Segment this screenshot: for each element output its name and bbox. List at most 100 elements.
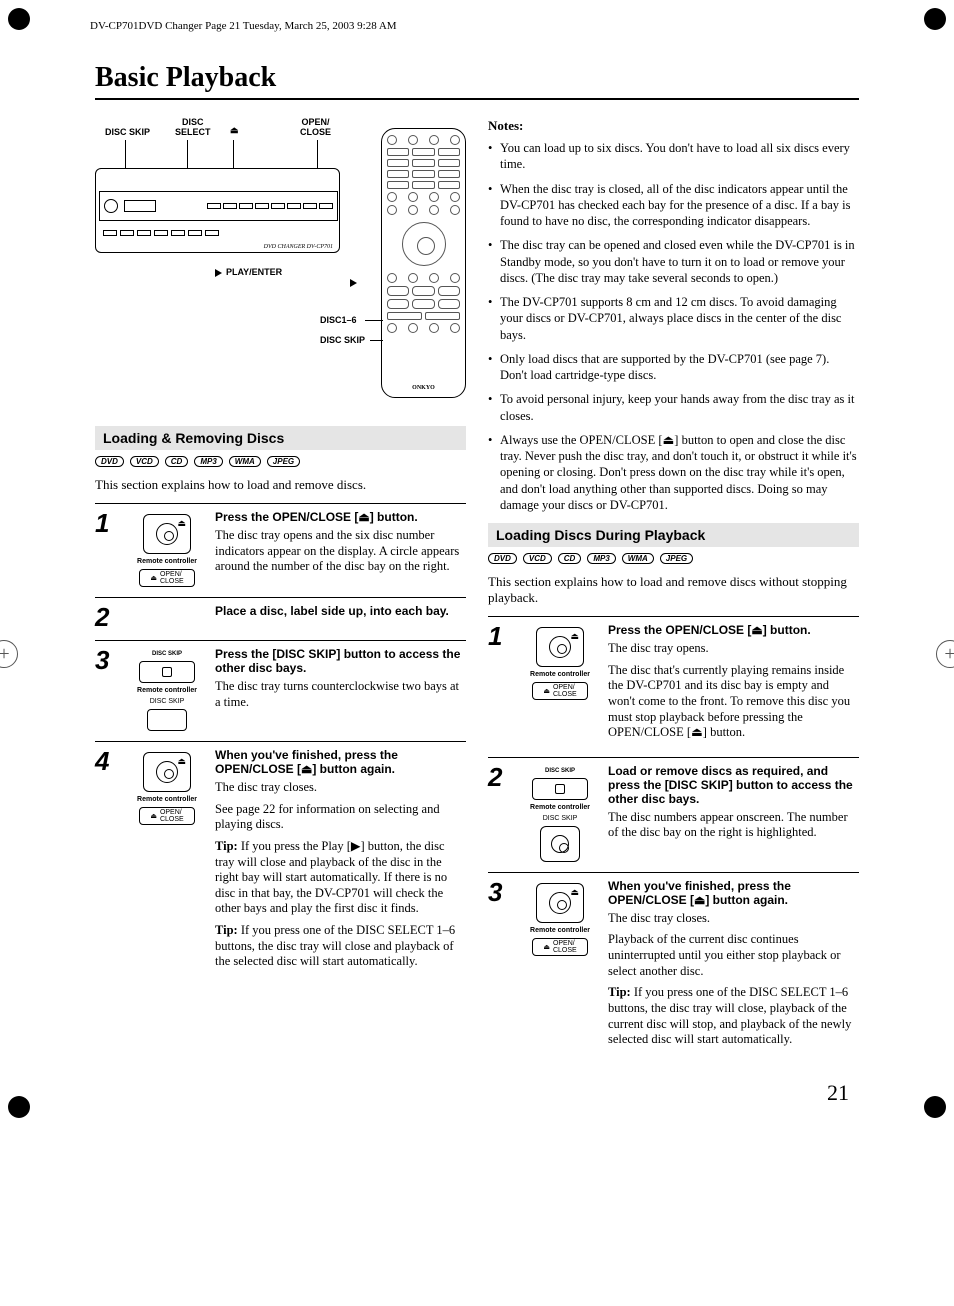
steps-a: 1 ⏏ Remote controller ⏏OPEN/ CLOSE Press…: [95, 503, 466, 986]
format-badge: MP3: [194, 456, 222, 467]
step-illustration: DISC SKIP Remote controller DISC SKIP: [127, 647, 207, 731]
ill-caption: Remote controller: [530, 804, 590, 811]
step-tip: Tip: If you press one of the DISC SELECT…: [215, 923, 466, 970]
label-disc-skip: DISC SKIP: [105, 128, 150, 138]
format-badge: DVD: [488, 553, 517, 564]
step-title: When you've finished, press the OPEN/CLO…: [608, 879, 859, 907]
play-icon: [350, 278, 361, 288]
step-illustration: DISC SKIP Remote controller DISC SKIP: [520, 764, 600, 862]
eject-icon: ⏏: [570, 631, 579, 642]
step-text: Playback of the current disc continues u…: [608, 932, 859, 979]
step-number: 2: [95, 604, 119, 630]
step-b3: 3 ⏏ Remote controller ⏏OPEN/ CLOSE When …: [488, 872, 859, 1064]
step-2: 2 Place a disc, label side up, into each…: [95, 597, 466, 640]
model-label: DVD CHANGER DV-CP701: [264, 244, 333, 250]
step-illustration: ⏏ Remote controller ⏏OPEN/ CLOSE: [127, 510, 207, 587]
step-b2: 2 DISC SKIP Remote controller DISC SKIP …: [488, 757, 859, 872]
button-thumb: [147, 709, 187, 731]
section-intro: This section explains how to load and re…: [95, 477, 466, 493]
label-disc16: DISC1–6: [320, 316, 357, 326]
file-header: DV-CP701DVD Changer Page 21 Tuesday, Mar…: [90, 20, 914, 32]
step-b1: 1 ⏏ Remote controller ⏏OPEN/ CLOSE Press…: [488, 616, 859, 757]
eject-icon: ⏏: [177, 756, 186, 767]
register-mark: [936, 640, 954, 668]
eject-icon: ⏏: [543, 943, 550, 951]
note-item: The DV-CP701 supports 8 cm and 12 cm dis…: [488, 294, 859, 343]
step-text: The disc that's currently playing remain…: [608, 663, 859, 741]
step-1: 1 ⏏ Remote controller ⏏OPEN/ CLOSE Press…: [95, 503, 466, 597]
register-dot: [8, 8, 30, 30]
eject-icon: ⏏: [570, 887, 579, 898]
register-dot: [924, 8, 946, 30]
note-item: The disc tray can be opened and closed e…: [488, 237, 859, 286]
eject-icon: ⏏: [177, 518, 186, 529]
ill-caption: Remote controller: [137, 687, 197, 694]
ill-caption: Remote controller: [137, 558, 197, 565]
step-illustration: ⏏ Remote controller ⏏OPEN/ CLOSE: [127, 748, 207, 976]
label-play-enter: PLAY/ENTER: [215, 268, 282, 278]
register-mark: [0, 640, 18, 668]
step-text: The disc tray closes.: [215, 780, 466, 796]
play-icon: [215, 269, 222, 277]
note-item: Only load discs that are supported by th…: [488, 351, 859, 384]
format-badge: JPEG: [660, 553, 693, 564]
format-badge: JPEG: [267, 456, 300, 467]
step-text: The disc tray closes.: [608, 911, 859, 927]
device-thumb: ⏏: [536, 627, 584, 667]
format-badge: DVD: [95, 456, 124, 467]
step-title: Load or remove discs as required, and pr…: [608, 764, 859, 806]
eject-icon: ⏏: [543, 687, 550, 695]
eject-icon: ⏏: [150, 574, 157, 582]
format-badge: WMA: [622, 553, 654, 564]
step-number: 2: [488, 764, 512, 862]
device-diagram: DISC SKIP DISC SELECT ⏏ OPEN/ CLOSE: [95, 118, 466, 408]
format-badge: WMA: [229, 456, 261, 467]
button-thumb: ⏏OPEN/ CLOSE: [139, 569, 195, 587]
register-dot: [924, 1096, 946, 1118]
remote-illustration: ONKYO: [381, 128, 466, 398]
format-badge: CD: [558, 553, 582, 564]
step-text: The disc numbers appear onscreen. The nu…: [608, 810, 859, 841]
section-heading: Loading & Removing Discs: [95, 426, 466, 450]
step-text: The disc tray opens and the six disc num…: [215, 528, 466, 575]
btn-top-label: DISC SKIP: [152, 651, 182, 657]
step-number: 1: [95, 510, 119, 587]
left-column: DISC SKIP DISC SELECT ⏏ OPEN/ CLOSE: [95, 118, 466, 1064]
device-thumb: ⏏: [536, 883, 584, 923]
section-heading: Loading Discs During Playback: [488, 523, 859, 547]
button-thumb: [139, 661, 195, 683]
note-item: You can load up to six discs. You don't …: [488, 140, 859, 173]
step-text: The disc tray turns counterclockwise two…: [215, 679, 466, 710]
step-number: 3: [95, 647, 119, 731]
device-thumb: ⏏: [143, 752, 191, 792]
note-item: To avoid personal injury, keep your hand…: [488, 391, 859, 424]
notes-heading: Notes:: [488, 118, 859, 134]
step-tip: Tip: If you press one of the DISC SELECT…: [608, 985, 859, 1048]
format-badge: VCD: [523, 553, 552, 564]
eject-icon: ⏏: [230, 126, 239, 136]
step-title: Press the OPEN/CLOSE [⏏] button.: [608, 623, 859, 637]
step-number: 1: [488, 623, 512, 747]
step-3: 3 DISC SKIP Remote controller DISC SKIP …: [95, 640, 466, 741]
button-thumb: ⏏OPEN/ CLOSE: [532, 938, 588, 956]
notes-list: You can load up to six discs. You don't …: [488, 140, 859, 513]
note-item: Always use the OPEN/CLOSE [⏏] button to …: [488, 432, 859, 513]
btn-top-label: DISC SKIP: [545, 768, 575, 774]
btn-label: DISC SKIP: [543, 815, 578, 822]
label-disc-skip-remote: DISC SKIP: [320, 336, 365, 346]
step-number: 3: [488, 879, 512, 1054]
format-badges: DVD VCD CD MP3 WMA JPEG: [95, 456, 466, 467]
step-number: 4: [95, 748, 119, 976]
page-title: Basic Playback: [95, 62, 859, 100]
ill-caption: Remote controller: [530, 671, 590, 678]
step-text: The disc tray opens.: [608, 641, 859, 657]
btn-label: DISC SKIP: [150, 698, 185, 705]
steps-b: 1 ⏏ Remote controller ⏏OPEN/ CLOSE Press…: [488, 616, 859, 1064]
label-open-close: OPEN/ CLOSE: [300, 118, 331, 138]
step-title: Press the [DISC SKIP] button to access t…: [215, 647, 466, 675]
ill-caption: Remote controller: [530, 927, 590, 934]
button-thumb: ⏏OPEN/ CLOSE: [532, 682, 588, 700]
button-thumb: ⏏OPEN/ CLOSE: [139, 807, 195, 825]
step-illustration: ⏏ Remote controller ⏏OPEN/ CLOSE: [520, 879, 600, 1054]
step-title: Place a disc, label side up, into each b…: [215, 604, 466, 618]
